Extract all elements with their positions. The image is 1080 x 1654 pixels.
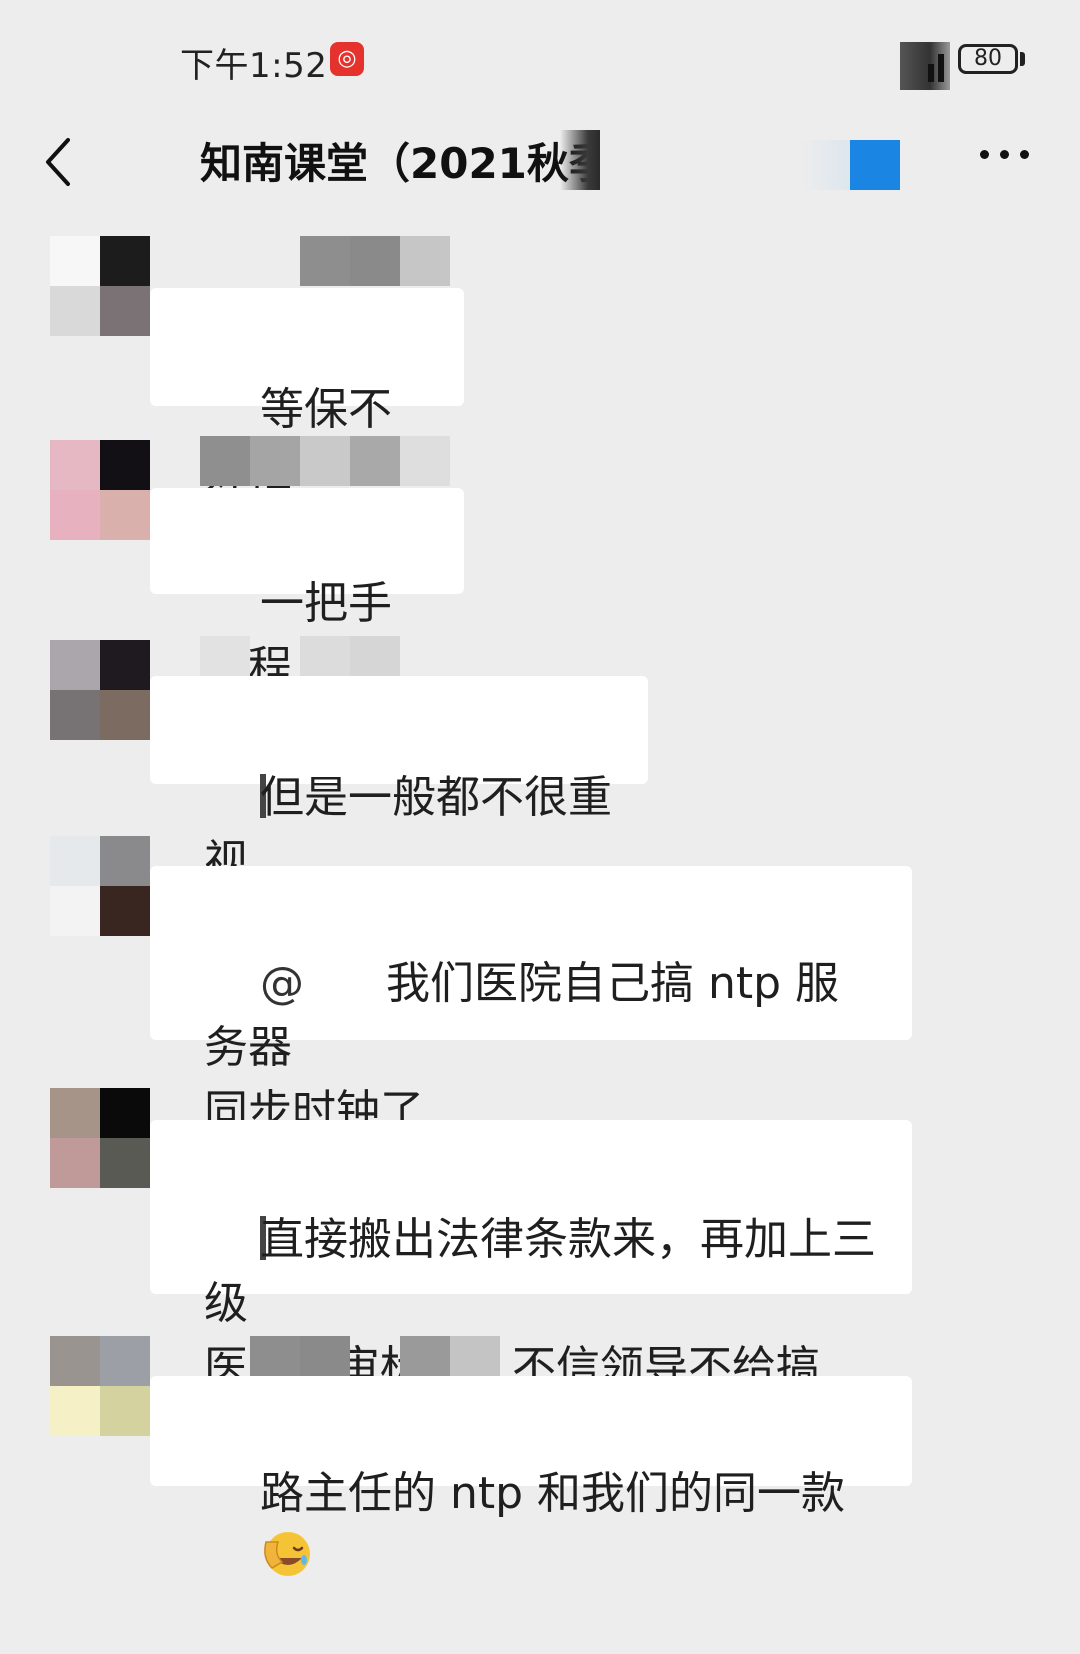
status-time: 下午1:52 [180,46,328,86]
avatar[interactable] [50,640,150,740]
netease-music-icon: ◎ [330,42,364,76]
chevron-left-icon[interactable] [40,134,80,190]
status-bar: 下午1:52 ◎ 80 [0,0,1080,110]
message-bubble[interactable]: @ 我们医院自己搞 ntp 服务器 同步时钟了 [150,866,912,1137]
redaction-mosaic [800,140,850,190]
nav-bar: 知南课堂（2021秋季 [0,110,1080,210]
more-horizontal-icon[interactable] [980,150,1030,164]
message-bubble[interactable]: 路主任的 ntp 和我们的同一款 [150,1376,912,1576]
signal-strength-icon [900,42,950,90]
avatar[interactable] [50,1336,150,1436]
facepalm-crying-emoji-icon [264,1532,310,1576]
sender-name-redacted [200,436,450,486]
message-text: 路主任的 ntp 和我们的同一款 [259,1468,845,1519]
battery-level: 80 [974,46,1002,71]
chat-title: 知南课堂（2021秋季 [200,139,600,188]
message-bubble[interactable]: 一把手工程 [150,488,464,693]
avatar[interactable] [50,836,150,936]
avatar[interactable] [50,236,150,336]
mention-tag[interactable]: @ [260,958,304,1009]
redacted-badge [850,140,900,190]
avatar[interactable] [50,1088,150,1188]
message-bubble[interactable]: 等保不好推 [150,288,464,499]
message-bubble[interactable]: 直接搬出法律条款来，再加上三级 医院评审标准，不信领导不给搞 [150,1120,912,1393]
avatar[interactable] [50,440,150,540]
redaction-mosaic [560,130,600,190]
battery-cap [1020,52,1025,66]
message-bubble[interactable]: 但是一般都不很重视 [150,676,648,887]
sender-name-redacted [300,236,450,286]
